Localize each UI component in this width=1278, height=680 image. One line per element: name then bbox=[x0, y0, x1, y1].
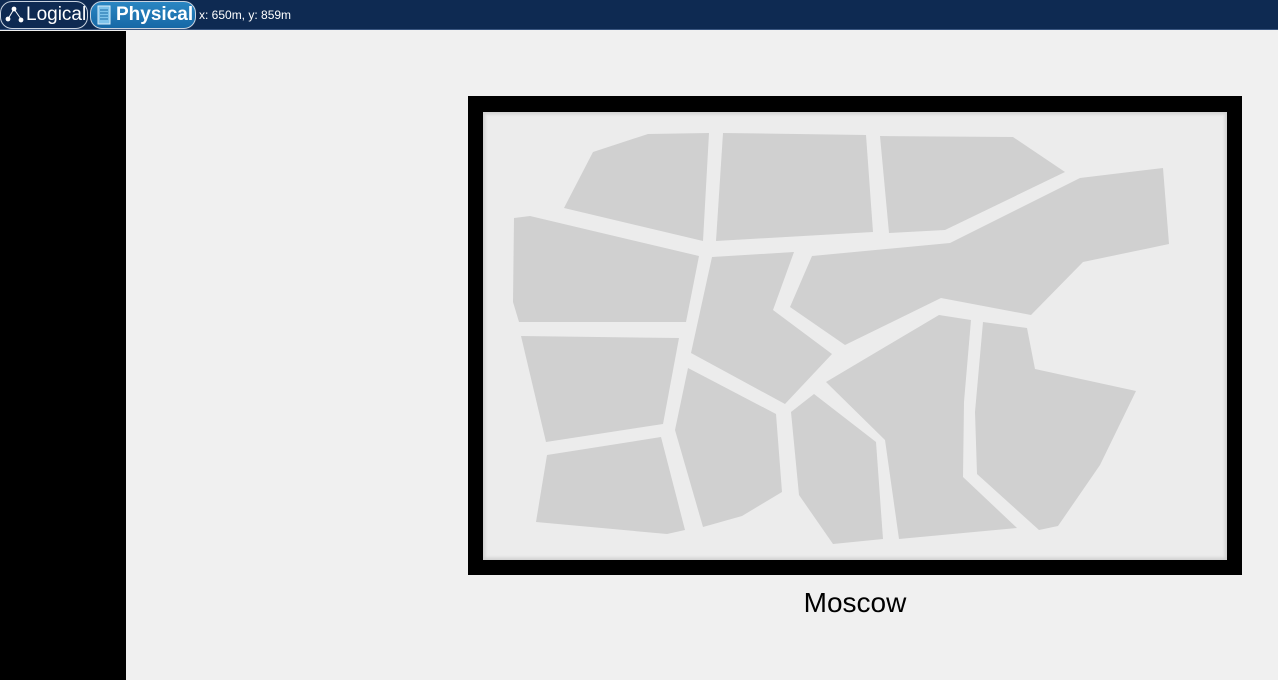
tab-logical[interactable]: Logical bbox=[0, 1, 88, 29]
tab-logical-label: Logical bbox=[26, 4, 87, 25]
tab-physical[interactable]: Physical bbox=[90, 1, 196, 29]
district[interactable] bbox=[536, 437, 685, 534]
district[interactable] bbox=[564, 133, 709, 241]
top-toolbar: Logical Physical x: 650m, y: 859m bbox=[0, 0, 1278, 30]
district[interactable] bbox=[975, 322, 1136, 530]
map-canvas[interactable]: Moscow bbox=[126, 31, 1278, 680]
map-caption: Moscow bbox=[803, 587, 907, 618]
district-map[interactable] bbox=[483, 112, 1227, 560]
cursor-coordinates: x: 650m, y: 859m bbox=[199, 8, 292, 22]
building-icon bbox=[93, 4, 115, 26]
district[interactable] bbox=[521, 336, 679, 442]
district[interactable] bbox=[716, 133, 873, 241]
map-frame bbox=[468, 96, 1242, 575]
tab-physical-label: Physical bbox=[116, 4, 194, 25]
left-sidebar bbox=[0, 31, 126, 680]
graph-nodes-icon bbox=[3, 4, 25, 26]
